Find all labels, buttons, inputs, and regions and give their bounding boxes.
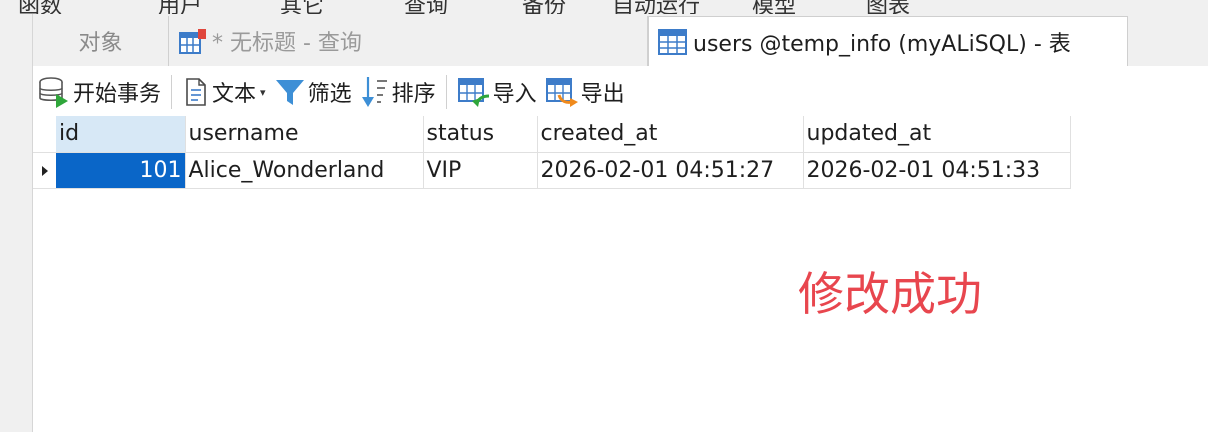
toolbar-separator <box>171 75 173 109</box>
import-button[interactable]: 导入 <box>453 72 541 112</box>
column-header-username[interactable]: username <box>185 116 424 153</box>
query-table-icon <box>178 27 208 55</box>
tab-users-table[interactable]: users @temp_info (myALiSQL) - 表 <box>648 16 1128 66</box>
sort-label: 排序 <box>391 82 436 107</box>
filter-button[interactable]: 筛选 <box>270 72 356 112</box>
tab-query[interactable]: * 无标题 - 查询 <box>170 16 648 66</box>
filter-label: 筛选 <box>307 82 352 107</box>
table-row[interactable]: 101 Alice_Wonderland VIP 2026-02-01 04:5… <box>33 152 1071 189</box>
export-label: 导出 <box>580 82 625 107</box>
column-header-status[interactable]: status <box>423 116 538 153</box>
begin-transaction-button[interactable]: 开始事务 <box>33 72 165 112</box>
menu-item-backup[interactable]: 备份 <box>522 0 566 14</box>
menu-item-chart[interactable]: 图表 <box>866 0 910 14</box>
cell-username[interactable]: Alice_Wonderland <box>185 152 424 189</box>
column-header-id[interactable]: id <box>56 116 186 153</box>
menu-item-query[interactable]: 查询 <box>404 0 448 14</box>
menu-item-functions[interactable]: 函数 <box>18 0 62 14</box>
success-annotation: 修改成功 <box>798 267 982 321</box>
table-icon <box>657 27 689 57</box>
cell-created-at[interactable]: 2026-02-01 04:51:27 <box>537 152 804 189</box>
tab-users-label: users @temp_info (myALiSQL) - 表 <box>693 31 1071 57</box>
dropdown-caret-icon[interactable]: ▾ <box>260 86 266 99</box>
left-panel-edge <box>0 14 32 432</box>
menu-item-users[interactable]: 用户 <box>158 0 202 14</box>
text-label: 文本 <box>212 82 257 107</box>
column-header-created-at[interactable]: created_at <box>537 116 804 153</box>
data-grid: id username status created_at updated_at… <box>33 116 1071 189</box>
menu-item-model[interactable]: 模型 <box>752 0 796 14</box>
tab-query-label: * 无标题 - 查询 <box>212 31 362 56</box>
begin-transaction-label: 开始事务 <box>73 82 162 107</box>
menu-bar: 函数 用户 其它 查询 备份 自动运行 模型 图表 <box>0 0 1208 14</box>
sort-icon <box>360 75 390 109</box>
menu-item-other[interactable]: 其它 <box>280 0 324 14</box>
import-icon <box>457 76 491 108</box>
column-header-updated-at[interactable]: updated_at <box>803 116 1071 153</box>
document-icon <box>182 76 210 108</box>
toolbar: 开始事务 文本 ▾ 筛选 排序 导入 导出 <box>33 66 1208 118</box>
sort-button[interactable]: 排序 <box>356 72 440 112</box>
cell-updated-at[interactable]: 2026-02-01 04:51:33 <box>803 152 1071 189</box>
export-button[interactable]: 导出 <box>541 72 629 112</box>
tab-objects[interactable]: 对象 <box>33 16 169 66</box>
export-icon <box>545 76 579 108</box>
cell-status[interactable]: VIP <box>423 152 538 189</box>
toolbar-separator <box>445 75 447 109</box>
filter-icon <box>274 76 306 108</box>
row-header-corner <box>33 116 56 153</box>
header-row: id username status created_at updated_at <box>33 116 1071 153</box>
menu-item-automation[interactable]: 自动运行 <box>612 0 700 14</box>
tab-objects-label: 对象 <box>78 31 123 56</box>
text-button[interactable]: 文本 ▾ <box>178 72 270 112</box>
row-indicator-icon[interactable] <box>33 152 56 189</box>
import-label: 导入 <box>492 82 537 107</box>
database-transaction-icon <box>37 76 71 108</box>
cell-id[interactable]: 101 <box>56 152 186 189</box>
